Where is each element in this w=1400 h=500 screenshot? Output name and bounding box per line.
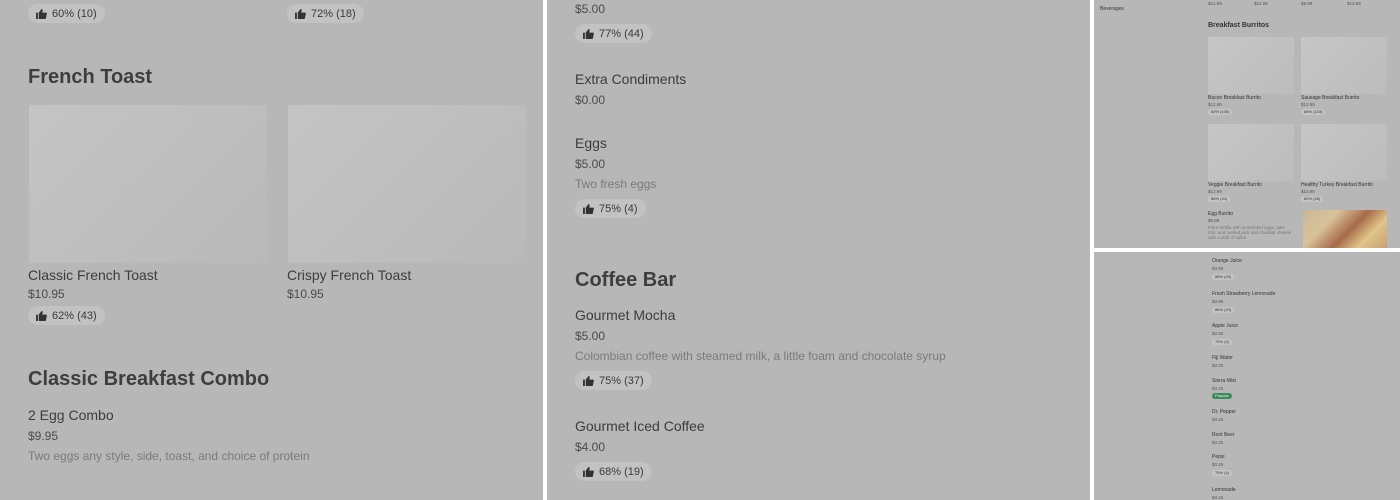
rating-badge: 75% (4) <box>575 199 646 218</box>
item-price: $3.99 <box>1212 299 1224 304</box>
item-image[interactable] <box>1208 124 1294 181</box>
thumbs-up-icon <box>583 203 594 214</box>
item-name[interactable]: Lemonade <box>1212 487 1236 493</box>
item-description: Two fresh eggs <box>575 177 657 191</box>
item-description: Two eggs any style, side, toast, and cho… <box>28 449 310 463</box>
item-description: Colombian coffee with steamed milk, a li… <box>575 349 946 363</box>
item-price: $10.95 <box>28 287 65 301</box>
item-price: $3.50 <box>1212 331 1224 336</box>
item-image[interactable] <box>1208 37 1294 94</box>
item-image[interactable] <box>1301 124 1387 181</box>
item-name[interactable]: Apple Juice <box>1212 323 1238 329</box>
item-price: $3.99 <box>1212 266 1224 271</box>
menu-panel-breakfast-burritos: Beverages $12.99 $12.99 $9.99 $13.99 Bre… <box>1094 0 1400 248</box>
section-heading-combo: Classic Breakfast Combo <box>28 368 270 390</box>
item-price: $3.25 <box>1212 440 1224 445</box>
thumbs-up-icon <box>36 310 47 321</box>
menu-panel-beverages: Orange Juice $3.99 88% (20) Fresh Strawb… <box>1094 252 1400 500</box>
item-price: $9.99 <box>1301 1 1313 6</box>
rating-badge: 88% (20) <box>1208 196 1231 202</box>
item-price: $0.00 <box>575 93 606 107</box>
item-price: $5.00 <box>575 157 606 171</box>
item-image-crispy-french-toast[interactable] <box>288 105 526 263</box>
item-name[interactable]: Gourmet Iced Coffee <box>575 418 705 434</box>
section-heading-breakfast-burritos: Breakfast Burritos <box>1208 22 1270 29</box>
item-price: $5.00 <box>575 2 606 16</box>
rating-badge: 75% (4) <box>1212 470 1233 476</box>
item-name[interactable]: Gourmet Mocha <box>575 307 675 323</box>
thumbs-up-icon <box>36 8 47 19</box>
rating-badge: 82% (28) <box>1301 196 1324 202</box>
thumbs-up-icon <box>583 28 594 39</box>
item-price: $3.25 <box>1212 495 1224 500</box>
item-price: $12.99 <box>1208 189 1222 194</box>
item-name[interactable]: Root Beer <box>1212 432 1235 438</box>
item-price: $12.99 <box>1208 102 1222 107</box>
item-image[interactable] <box>1301 37 1387 94</box>
item-name[interactable]: Eggs <box>575 135 607 151</box>
rating-badge: 88% (103) <box>1301 109 1326 115</box>
rating-badge: 75% (37) <box>575 371 652 390</box>
item-name[interactable]: Classic French Toast <box>28 267 158 283</box>
item-name[interactable]: Healthy Turkey Breakfast Burrito <box>1301 182 1373 188</box>
thumbs-up-icon <box>583 375 594 386</box>
rating-badge: 62% (43) <box>28 306 105 325</box>
item-name[interactable]: Fresh Strawberry Lemonade <box>1212 291 1275 297</box>
rating-badge: 75% (4) <box>1212 339 1233 345</box>
item-name[interactable]: Pepsi <box>1212 454 1225 460</box>
menu-panel-coffee-bar: $5.00 77% (44) Extra Condiments $0.00 Eg… <box>547 0 1090 500</box>
rating-badge: 72% (18) <box>287 4 364 23</box>
section-heading-french-toast: French Toast <box>28 66 153 88</box>
item-price: $3.25 <box>1212 417 1224 422</box>
item-name[interactable]: Fiji Water <box>1212 355 1233 361</box>
thumbs-up-icon <box>583 466 594 477</box>
item-price: $12.99 <box>1301 102 1315 107</box>
item-name[interactable]: Orange Juice <box>1212 258 1242 264</box>
item-name[interactable]: Extra Condiments <box>575 71 686 87</box>
item-price: $13.99 <box>1347 1 1361 6</box>
popular-badge: Popular <box>1212 393 1232 399</box>
item-name[interactable]: Sausage Breakfast Burrito <box>1301 95 1359 101</box>
section-heading-coffee-bar: Coffee Bar <box>575 269 677 291</box>
item-name[interactable]: Bacon Breakfast Burrito <box>1208 95 1261 101</box>
rating-badge: 60% (10) <box>28 4 105 23</box>
item-image-classic-french-toast[interactable] <box>29 105 267 263</box>
sidebar-item-beverages[interactable]: Beverages <box>1100 6 1124 12</box>
item-name[interactable]: Egg Burrito <box>1208 211 1233 217</box>
item-price: $13.99 <box>1301 189 1315 194</box>
thumbs-up-icon <box>295 8 306 19</box>
item-price: $12.99 <box>1208 1 1222 6</box>
item-price: $5.00 <box>575 329 606 343</box>
item-price: $9.99 <box>1208 218 1220 223</box>
rating-badge: 86% (20) <box>1212 307 1235 313</box>
item-price: $10.95 <box>287 287 324 301</box>
item-name[interactable]: Dr. Pepper <box>1212 409 1236 415</box>
item-price: $3.00 <box>1212 363 1224 368</box>
menu-panel-french-toast: 60% (10) 72% (18) French Toast Classic F… <box>0 0 543 500</box>
item-price: $3.25 <box>1212 462 1224 467</box>
rating-badge: 60% (106) <box>1208 109 1233 115</box>
item-price: $3.25 <box>1212 386 1224 391</box>
rating-badge: 88% (20) <box>1212 274 1235 280</box>
item-price: $9.95 <box>28 429 59 443</box>
rating-badge: 77% (44) <box>575 24 652 43</box>
item-name[interactable]: Veggie Breakfast Burrito <box>1208 182 1262 188</box>
item-price: $12.99 <box>1254 1 1268 6</box>
item-name[interactable]: 2 Egg Combo <box>28 407 114 423</box>
rating-badge: 68% (19) <box>575 462 652 481</box>
item-description: Flour tortilla with scrambled eggs, tate… <box>1208 225 1292 240</box>
item-name[interactable]: Crispy French Toast <box>287 267 411 283</box>
egg-burrito-photo[interactable] <box>1303 210 1387 248</box>
item-name[interactable]: Sierra Mist <box>1212 378 1236 384</box>
item-price: $4.00 <box>575 440 606 454</box>
